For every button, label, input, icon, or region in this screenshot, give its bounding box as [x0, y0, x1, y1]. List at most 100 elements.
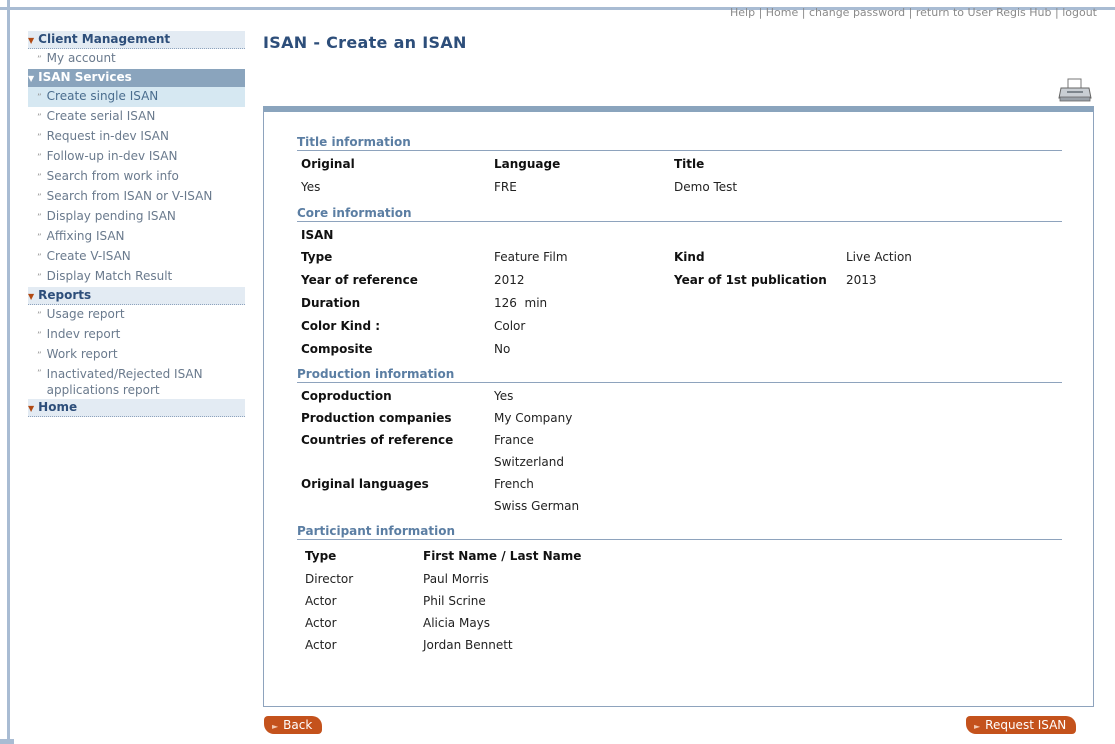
participant-row: Director Paul Morris	[305, 572, 1065, 592]
sidebar-section-home[interactable]: ▼ Home	[28, 399, 245, 417]
value-color-kind: Color	[494, 319, 526, 333]
sidebar-item-work-report[interactable]: ” Work report	[28, 345, 245, 365]
label-isan: ISAN	[301, 228, 334, 242]
col-participant-type: Type	[305, 549, 337, 563]
left-border	[7, 0, 10, 744]
triangle-icon: ▼	[28, 36, 35, 45]
value-original: Yes	[301, 180, 321, 194]
sidebar-section-client-management[interactable]: ▼ Client Management	[28, 31, 245, 49]
isan-detail-panel: Title information Original Language Titl…	[263, 106, 1094, 707]
label-coproduction: Coproduction	[301, 389, 392, 403]
value-language: Swiss German	[494, 499, 580, 513]
participant-row: Actor Phil Scrine	[305, 594, 1065, 614]
participant-name: Jordan Bennett	[423, 638, 513, 652]
quote-icon: ”	[37, 173, 42, 183]
label-duration: Duration	[301, 296, 361, 310]
sidebar-item-search-from-isan[interactable]: ” Search from ISAN or V-ISAN	[28, 187, 245, 207]
sidebar-item-usage-report[interactable]: ” Usage report	[28, 305, 245, 325]
arrow-right-icon: ►	[974, 722, 981, 731]
value-coproduction: Yes	[494, 389, 514, 403]
value-country: France	[494, 433, 534, 447]
section-title-information: Title information	[297, 135, 1062, 151]
sidebar-item-create-serial-isan[interactable]: ” Create serial ISAN	[28, 107, 245, 127]
sidebar-item-display-pending-isan[interactable]: ” Display pending ISAN	[28, 207, 245, 227]
back-button[interactable]: ► Back	[264, 716, 323, 734]
sidebar-section-reports[interactable]: ▼ Reports	[28, 287, 245, 305]
value-language: FRE	[494, 180, 517, 194]
quote-icon: ”	[37, 273, 42, 283]
value-type: Feature Film	[494, 250, 568, 264]
quote-icon: ”	[37, 351, 42, 361]
section-core-information: Core information	[297, 206, 1062, 222]
triangle-icon: ▼	[28, 404, 35, 413]
quote-icon: ”	[37, 55, 42, 65]
label-original-languages: Original languages	[301, 477, 429, 491]
value-year-of-publication: 2013	[846, 273, 877, 287]
section-participant-information: Participant information	[297, 524, 1062, 540]
sidebar-item-indev-report[interactable]: ” Indev report	[28, 325, 245, 345]
value-kind: Live Action	[846, 250, 912, 264]
section-production-information: Production information	[297, 367, 1062, 383]
participant-type: Actor	[305, 616, 337, 630]
top-links[interactable]: Help | Home | change password | return t…	[730, 8, 1097, 20]
quote-icon: ”	[37, 93, 42, 103]
col-title: Title	[674, 157, 705, 171]
sidebar-item-affixing-isan[interactable]: ” Affixing ISAN	[28, 227, 245, 247]
participant-name: Paul Morris	[423, 572, 489, 586]
quote-icon: ”	[37, 311, 42, 321]
sidebar-item-inactivated-rejected-report[interactable]: ” Inactivated/Rejected ISAN applications r…	[28, 365, 245, 399]
sidebar-item-display-match-result[interactable]: ” Display Match Result	[28, 267, 245, 287]
label-production-companies: Production companies	[301, 411, 452, 425]
label-type: Type	[301, 250, 333, 264]
col-original: Original	[301, 157, 355, 171]
label-countries-of-reference: Countries of reference	[301, 433, 454, 447]
participant-name: Phil Scrine	[423, 594, 486, 608]
sidebar-item-label-line2: applications report	[46, 383, 160, 397]
label-composite: Composite	[301, 342, 373, 356]
triangle-icon: ▼	[28, 74, 35, 83]
participant-row: Actor Jordan Bennett	[305, 638, 1065, 658]
participant-type: Actor	[305, 594, 337, 608]
request-isan-button[interactable]: ► Request ISAN	[966, 716, 1077, 734]
sidebar-item-label-line1: Inactivated/Rejected ISAN	[46, 367, 203, 381]
triangle-icon: ▼	[28, 292, 35, 301]
quote-icon: ”	[37, 133, 42, 143]
quote-icon: ”	[37, 113, 42, 123]
sidebar-item-create-single-isan[interactable]: ” Create single ISAN	[28, 87, 245, 107]
participant-name: Alicia Mays	[423, 616, 491, 630]
arrow-right-icon: ►	[272, 722, 279, 731]
sidebar-item-create-v-isan[interactable]: ” Create V-ISAN	[28, 247, 245, 267]
quote-icon: ”	[37, 233, 42, 243]
sidebar-section-isan-services[interactable]: ▼ ISAN Services	[28, 69, 245, 87]
label-kind: Kind	[674, 250, 705, 264]
sidebar-item-my-account[interactable]: ” My account	[28, 49, 245, 69]
quote-icon: ”	[37, 193, 42, 203]
participant-row: Actor Alicia Mays	[305, 616, 1065, 636]
value-duration: 126 min	[494, 296, 548, 310]
participant-type: Actor	[305, 638, 337, 652]
quote-icon: ”	[37, 369, 42, 379]
participant-type: Director	[305, 572, 354, 586]
value-production-companies: My Company	[494, 411, 573, 425]
col-participant-name: First Name / Last Name	[423, 549, 582, 563]
printer-icon[interactable]	[1058, 78, 1092, 102]
value-title: Demo Test	[674, 180, 738, 194]
label-year-of-publication: Year of 1st publication	[674, 273, 827, 287]
value-language: French	[494, 477, 534, 491]
sidebar-item-request-in-dev-isan[interactable]: ” Request in-dev ISAN	[28, 127, 245, 147]
sidebar: ▼ Client Management ” My account ▼ ISAN Ser…	[28, 31, 245, 417]
bottom-border	[0, 739, 14, 744]
sidebar-item-follow-up-in-dev-isan[interactable]: ” Follow-up in-dev ISAN	[28, 147, 245, 167]
sidebar-item-search-from-work-info[interactable]: ” Search from work info	[28, 167, 245, 187]
value-composite: No	[494, 342, 511, 356]
value-year-of-reference: 2012	[494, 273, 525, 287]
value-country: Switzerland	[494, 455, 564, 469]
label-year-of-reference: Year of reference	[301, 273, 418, 287]
page-title: ISAN - Create an ISAN	[263, 33, 467, 52]
quote-icon: ”	[37, 153, 42, 163]
col-language: Language	[494, 157, 561, 171]
quote-icon: ”	[37, 213, 42, 223]
label-color-kind: Color Kind :	[301, 319, 381, 333]
quote-icon: ”	[37, 253, 42, 263]
quote-icon: ”	[37, 331, 42, 341]
